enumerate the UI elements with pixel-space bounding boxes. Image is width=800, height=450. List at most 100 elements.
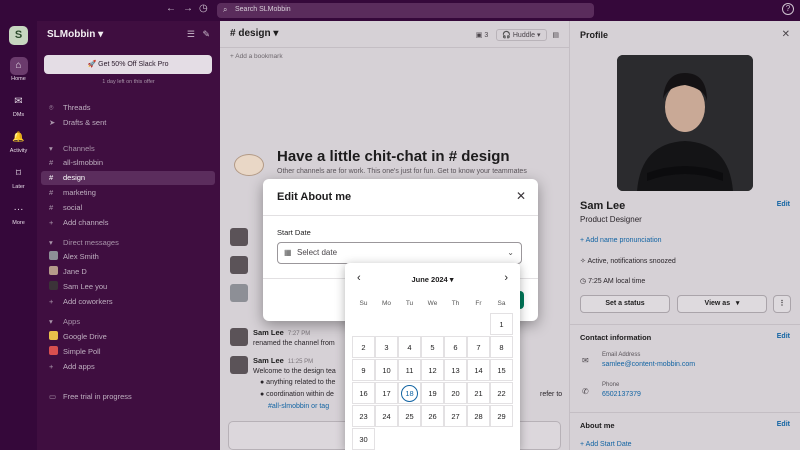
phone-link[interactable]: 6502137379 bbox=[602, 391, 641, 398]
edit-profile-link[interactable]: Edit bbox=[777, 201, 790, 208]
history-clock-icon[interactable]: ◷ bbox=[199, 3, 208, 14]
edit-contact-link[interactable]: Edit bbox=[777, 333, 790, 340]
calendar-day[interactable]: 12 bbox=[421, 359, 444, 381]
sidebar-dm-jane[interactable]: Jane D bbox=[41, 265, 215, 279]
rail-dms[interactable]: ✉ DMs bbox=[0, 93, 37, 118]
profile-title: Profile bbox=[580, 30, 609, 40]
calendar-day[interactable]: 4 bbox=[398, 336, 421, 358]
calendar-day[interactable]: 14 bbox=[467, 359, 490, 381]
channels-header[interactable]: ▾ Channels bbox=[41, 142, 215, 156]
calendar-day[interactable]: 20 bbox=[444, 382, 467, 404]
calendar-day[interactable]: 21 bbox=[467, 382, 490, 404]
sidebar-channel-design[interactable]: # design bbox=[41, 171, 215, 185]
calendar-day[interactable]: 5 bbox=[421, 336, 444, 358]
back-arrow-icon[interactable]: ← bbox=[166, 3, 176, 14]
calendar-day[interactable]: 3 bbox=[375, 336, 398, 358]
message-author[interactable]: Sam Lee 7:27 PM bbox=[253, 328, 310, 337]
sidebar-app-google-drive[interactable]: Google Drive bbox=[41, 330, 215, 344]
send-icon: ➤ bbox=[49, 118, 56, 127]
email-link[interactable]: samlee@content-mobbin.com bbox=[602, 361, 695, 368]
rail-more[interactable]: ··· More bbox=[0, 201, 37, 226]
add-apps-button[interactable]: + Add apps bbox=[41, 360, 215, 374]
rail-more-label: More bbox=[12, 220, 25, 226]
compose-icon[interactable]: ✎ bbox=[202, 29, 210, 39]
member-count[interactable]: 3 bbox=[484, 32, 488, 39]
calendar-day[interactable]: 28 bbox=[467, 405, 490, 427]
filter-icon[interactable]: ☰ bbox=[187, 29, 195, 39]
calendar-day[interactable]: 6 bbox=[444, 336, 467, 358]
dm-header[interactable]: ▾ Direct messages bbox=[41, 236, 215, 250]
add-start-date-link[interactable]: + Add Start Date bbox=[580, 441, 632, 448]
start-date-input[interactable]: ▦ Select date ⌄ bbox=[277, 242, 522, 264]
rail-activity[interactable]: 🔔 Activity bbox=[0, 129, 37, 154]
more-options-icon[interactable]: ⋮ bbox=[773, 295, 791, 313]
calendar-day[interactable]: 10 bbox=[375, 359, 398, 381]
calendar-day[interactable]: 27 bbox=[444, 405, 467, 427]
add-bookmark-button[interactable]: + Add a bookmark bbox=[230, 53, 283, 60]
edit-about-link[interactable]: Edit bbox=[777, 421, 790, 428]
close-icon[interactable]: ✕ bbox=[782, 29, 790, 40]
calendar-day[interactable]: 25 bbox=[398, 405, 421, 427]
email-label: Email Address bbox=[602, 352, 641, 358]
calendar-day[interactable]: 2 bbox=[352, 336, 375, 358]
month-selector[interactable]: June 2024 ▾ bbox=[345, 275, 520, 284]
apps-header[interactable]: ▾ Apps bbox=[41, 315, 215, 329]
canvas-icon[interactable]: ▤ bbox=[548, 32, 559, 39]
caret-down-icon: ▾ bbox=[49, 144, 53, 153]
chevron-right-icon[interactable]: › bbox=[504, 272, 508, 284]
rail-later[interactable]: ⌑ Later bbox=[0, 165, 37, 190]
view-as-button[interactable]: View as ▾ bbox=[677, 295, 767, 313]
calendar-day[interactable]: 9 bbox=[352, 359, 375, 381]
calendar-day[interactable]: 17 bbox=[375, 382, 398, 404]
sidebar-channel-marketing[interactable]: # marketing bbox=[41, 186, 215, 200]
calendar-day[interactable]: 13 bbox=[444, 359, 467, 381]
promo-button[interactable]: 🚀 Get 50% Off Slack Pro bbox=[44, 55, 212, 74]
sidebar-threads[interactable]: ⌾ Threads bbox=[41, 101, 215, 115]
channel-header: # design ▾ ▣ 3 🎧 Huddle ▾ ▤ bbox=[220, 21, 569, 48]
avatar[interactable] bbox=[230, 228, 248, 246]
sidebar-drafts[interactable]: ➤ Drafts & sent bbox=[41, 116, 215, 130]
calendar-day[interactable]: 30 bbox=[352, 428, 375, 450]
close-icon[interactable]: ✕ bbox=[516, 189, 526, 203]
local-time: ◷ 7:25 AM local time bbox=[580, 278, 646, 285]
calendar-day[interactable]: 29 bbox=[490, 405, 513, 427]
calendar-day[interactable]: 19 bbox=[421, 382, 444, 404]
sidebar-channel-social[interactable]: # social bbox=[41, 201, 215, 215]
avatar[interactable] bbox=[230, 356, 248, 374]
avatar[interactable] bbox=[230, 284, 248, 302]
add-channels-button[interactable]: + Add channels bbox=[41, 216, 215, 230]
calendar-day[interactable]: 23 bbox=[352, 405, 375, 427]
message-author[interactable]: Sam Lee 11:25 PM bbox=[253, 356, 313, 365]
hash-icon: # bbox=[49, 188, 54, 197]
workspace-logo[interactable]: S bbox=[9, 26, 28, 45]
search-input[interactable]: ⌕ Search SLMobbin bbox=[217, 3, 594, 18]
calendar-day[interactable]: 15 bbox=[490, 359, 513, 381]
calendar-day[interactable]: 22 bbox=[490, 382, 513, 404]
add-coworkers-button[interactable]: + Add coworkers bbox=[41, 295, 215, 309]
workspace-name[interactable]: SLMobbin ▾ bbox=[47, 29, 103, 40]
status-line: ✧ Active, notifications snoozed bbox=[580, 258, 676, 265]
calendar-day[interactable]: 11 bbox=[398, 359, 421, 381]
add-pronunciation-link[interactable]: + Add name pronunciation bbox=[580, 237, 662, 244]
calendar-day[interactable]: 8 bbox=[490, 336, 513, 358]
sidebar-channel-all-slmobbin[interactable]: # all-slmobbin bbox=[41, 156, 215, 170]
free-trial-link[interactable]: ▭ Free trial in progress bbox=[41, 390, 215, 404]
calendar-day[interactable]: 1 bbox=[490, 313, 513, 335]
channel-title[interactable]: # design ▾ bbox=[230, 28, 278, 39]
rail-home[interactable]: ⌂ Home bbox=[0, 57, 37, 82]
sidebar-app-simple-poll[interactable]: Simple Poll bbox=[41, 345, 215, 359]
channel-mention[interactable]: #all-slmobbin or tag bbox=[268, 403, 329, 410]
help-icon[interactable]: ? bbox=[782, 3, 794, 15]
calendar-day[interactable]: 24 bbox=[375, 405, 398, 427]
calendar-day[interactable]: 26 bbox=[421, 405, 444, 427]
calendar-day-today[interactable]: 18 bbox=[398, 382, 421, 404]
forward-arrow-icon[interactable]: → bbox=[183, 3, 193, 14]
set-status-button[interactable]: Set a status bbox=[580, 295, 670, 313]
calendar-day[interactable]: 16 bbox=[352, 382, 375, 404]
avatar[interactable] bbox=[230, 328, 248, 346]
sidebar-dm-sam[interactable]: Sam Lee you bbox=[41, 280, 215, 294]
avatar[interactable] bbox=[230, 256, 248, 274]
calendar-day[interactable]: 7 bbox=[467, 336, 490, 358]
huddle-button[interactable]: 🎧 Huddle ▾ bbox=[496, 29, 547, 41]
sidebar-dm-alex[interactable]: Alex Smith bbox=[41, 250, 215, 264]
